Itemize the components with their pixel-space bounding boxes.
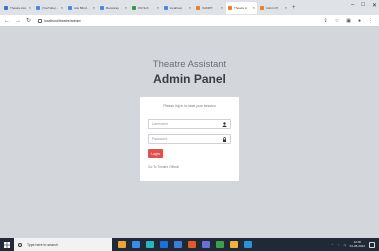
tab-label: Theatre A — [234, 5, 248, 10]
clock-date: 04-08-2022 — [349, 243, 365, 248]
tab-close-icon[interactable]: × — [29, 5, 31, 10]
browser-tab[interactable]: Admin Pl × — [258, 2, 289, 14]
taskbar-app-icon[interactable] — [216, 241, 224, 248]
new-tab-button[interactable]: + — [292, 5, 296, 11]
browser-tab[interactable]: Bootstrap × — [98, 2, 129, 14]
page-title: Theatre Assistant — [152, 59, 227, 70]
taskbar-app-icon[interactable] — [174, 241, 182, 248]
page-subtitle: Admin Panel — [153, 72, 226, 86]
taskbar-app-icon[interactable] — [118, 241, 126, 248]
taskbar-app-icon[interactable] — [230, 241, 238, 248]
tab-label: (YouTube) - — [42, 5, 58, 10]
tab-favicon-icon — [260, 5, 264, 10]
password-field[interactable] — [148, 134, 231, 144]
tab-favicon-icon — [196, 5, 200, 10]
tab-close-icon[interactable]: × — [93, 5, 95, 10]
tab-label: Theatre Ass — [10, 5, 27, 10]
tab-label: Bootstrap — [106, 5, 119, 10]
browser-tab[interactable]: W3 Sch × — [130, 2, 161, 14]
tab-close-icon[interactable]: × — [189, 5, 191, 10]
browser-tab[interactable]: localhost × — [162, 2, 193, 14]
browser-tab[interactable]: Theatre Ass × — [2, 2, 33, 14]
taskbar-app-icon[interactable] — [188, 241, 196, 248]
taskbar-app-icon[interactable] — [132, 241, 140, 248]
login-card: Please log in to start your session Logi… — [140, 97, 239, 181]
tab-close-icon[interactable]: × — [285, 5, 287, 10]
lock-icon — [223, 137, 226, 142]
search-icon — [18, 242, 22, 247]
windows-icon — [4, 241, 10, 248]
url-text: localhost/theatre/admin/ — [44, 18, 82, 23]
user-icon — [222, 122, 227, 127]
tab-label: W3 Sch — [138, 5, 149, 10]
tab-close-icon[interactable]: × — [125, 5, 127, 10]
toolbar-icons: ⇪ ☆ ▣ ● ⋮ — [324, 18, 373, 24]
taskbar-search-placeholder: Type here to search — [27, 242, 58, 247]
tab-label: XAMPP — [202, 5, 213, 10]
window-controls: – □ ✕ — [351, 2, 377, 9]
taskbar-app-icon[interactable] — [202, 241, 210, 248]
info-icon[interactable] — [38, 18, 43, 23]
minimize-button[interactable]: – — [351, 2, 354, 9]
profile-icon[interactable]: ● — [358, 18, 361, 24]
taskbar-app-icon[interactable] — [244, 241, 252, 248]
start-button[interactable] — [0, 238, 14, 251]
tray-arrow-icon[interactable]: ⌃ — [331, 243, 334, 247]
tab-favicon-icon — [68, 5, 72, 10]
browser-tab[interactable]: Theatre A × — [226, 1, 257, 14]
browser-tab[interactable]: Ask Blind - × — [66, 2, 97, 14]
clock[interactable]: 12:00 04-08-2022 — [349, 240, 365, 248]
tab-label: Ask Blind - — [74, 5, 89, 10]
menu-icon[interactable]: ⋮ — [368, 18, 373, 24]
taskbar-search[interactable]: Type here to search — [14, 238, 112, 251]
network-icon[interactable]: ◔ — [338, 243, 340, 247]
pinned-apps — [118, 241, 252, 248]
taskbar-app-icon[interactable] — [146, 241, 154, 248]
tab-favicon-icon — [36, 5, 40, 10]
tab-favicon-icon — [100, 5, 104, 10]
tab-favicon-icon — [132, 5, 136, 10]
username-input[interactable] — [152, 122, 222, 126]
back-to-site-link[interactable]: Go To Theatre Official — [148, 165, 179, 169]
page-content: Theatre Assistant Admin Panel Please log… — [0, 27, 379, 238]
login-message: Please log in to start your session — [163, 104, 216, 108]
notification-icon[interactable] — [369, 241, 375, 248]
tab-label: localhost — [170, 5, 182, 10]
tab-close-icon[interactable]: × — [253, 5, 255, 10]
extension-icon[interactable]: ▣ — [346, 18, 351, 24]
volume-icon[interactable]: ◁ — [343, 243, 345, 247]
star-icon[interactable]: ☆ — [335, 18, 339, 24]
tab-close-icon[interactable]: × — [61, 5, 63, 10]
share-icon[interactable]: ⇪ — [324, 18, 328, 24]
forward-arrow-icon[interactable]: → — [15, 18, 21, 24]
login-button[interactable]: Login — [148, 149, 163, 158]
url-field[interactable]: localhost/theatre/admin/ — [38, 18, 82, 23]
system-tray: ⌃ ◔ ◁ 12:00 04-08-2022 — [331, 238, 375, 251]
tab-favicon-icon — [4, 5, 8, 10]
close-window-button[interactable]: ✕ — [372, 2, 377, 9]
tab-close-icon[interactable]: × — [157, 5, 159, 10]
tab-label: Admin Pl — [266, 5, 279, 10]
username-field[interactable] — [148, 119, 231, 129]
browser-tab-strip: Theatre Ass × (YouTube) - × Ask Blind - × Boot… — [0, 0, 379, 15]
address-bar: ← → ↻ localhost/theatre/admin/ ⇪ ☆ ▣ ● ⋮ — [0, 15, 379, 27]
reload-icon[interactable]: ↻ — [26, 18, 31, 24]
tab-close-icon[interactable]: × — [221, 5, 223, 10]
taskbar-app-icon[interactable] — [160, 241, 168, 248]
maximize-button[interactable]: □ — [361, 2, 365, 9]
browser-tab[interactable]: (YouTube) - × — [34, 2, 65, 14]
browser-tab[interactable]: XAMPP × — [194, 2, 225, 14]
back-arrow-icon[interactable]: ← — [4, 18, 10, 24]
tab-favicon-icon — [228, 5, 232, 10]
tab-favicon-icon — [164, 5, 168, 10]
password-input[interactable] — [152, 137, 222, 141]
taskbar: Type here to search ⌃ ◔ ◁ 12:00 04-08-20… — [0, 238, 379, 251]
